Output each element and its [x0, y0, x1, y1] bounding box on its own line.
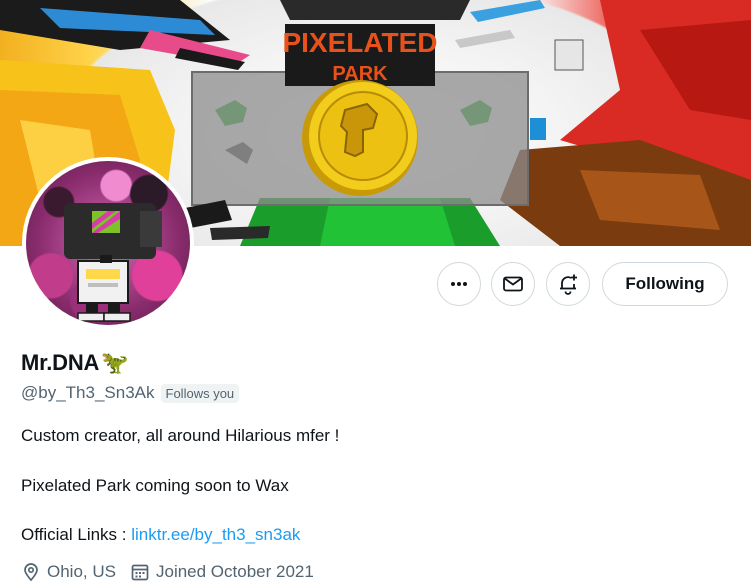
name-row: Mr.DNA 🦖: [21, 350, 129, 376]
handle-row: @by_Th3_Sn3Ak Follows you: [21, 383, 240, 403]
message-button[interactable]: [491, 262, 535, 306]
display-name: Mr.DNA: [21, 350, 100, 375]
banner-title-line1: PIXELATED: [282, 27, 437, 58]
ellipsis-icon: [451, 282, 467, 286]
bio-link[interactable]: linktr.ee/by_th3_sn3ak: [131, 525, 300, 544]
joined-item: Joined October 2021: [130, 562, 314, 582]
envelope-icon: [503, 276, 523, 292]
following-label: Following: [625, 274, 705, 293]
follows-you-badge: Follows you: [160, 383, 240, 403]
notifications-button[interactable]: [546, 262, 590, 306]
avatar-image: [26, 161, 190, 325]
bio-line-2: Pixelated Park coming soon to Wax: [21, 476, 289, 495]
banner-title-line2: PARK: [332, 63, 388, 85]
profile-meta: Ohio, US Joined October 2021: [21, 562, 314, 582]
location-pin-icon: [24, 563, 38, 582]
more-button[interactable]: [437, 262, 481, 306]
dinosaur-emoji-icon: 🦖: [101, 350, 129, 375]
bell-plus-icon: [560, 274, 577, 295]
avatar[interactable]: [22, 157, 194, 329]
bio-line-3: Official Links : linktr.ee/by_th3_sn3ak: [21, 525, 300, 545]
calendar-icon: [131, 564, 149, 581]
joined-text: Joined October 2021: [155, 562, 314, 581]
location-text: Ohio, US: [47, 562, 116, 581]
user-handle: @by_Th3_Sn3Ak: [21, 383, 155, 402]
location-item: Ohio, US: [21, 562, 116, 582]
bio-links-prefix: Official Links :: [21, 525, 132, 544]
following-button[interactable]: Following: [602, 262, 728, 306]
bio-line-1: Custom creator, all around Hilarious mfe…: [21, 426, 340, 445]
